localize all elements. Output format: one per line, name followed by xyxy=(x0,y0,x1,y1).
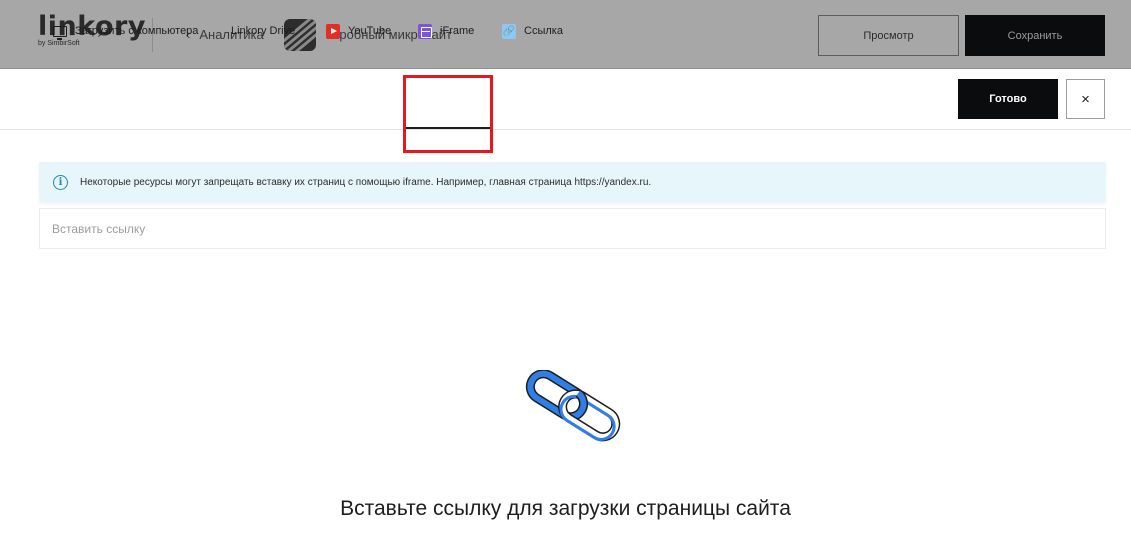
link-icon: 🔗 xyxy=(502,23,516,39)
tab-label: Linkory Drive xyxy=(231,25,296,37)
empty-state-caption: Вставьте ссылку для загрузки страницы са… xyxy=(340,497,791,520)
save-button[interactable]: Сохранить xyxy=(965,15,1105,56)
close-button[interactable]: × xyxy=(1066,79,1105,119)
tab-link[interactable]: 🔗 Ссылка xyxy=(502,22,563,40)
done-button[interactable]: Готово xyxy=(958,79,1058,119)
close-icon: × xyxy=(1081,90,1090,108)
url-input[interactable] xyxy=(39,208,1106,249)
tab-upload-from-computer[interactable]: Загрузить с компьютера xyxy=(53,22,198,40)
info-text: Некоторые ресурсы могут запрещать вставк… xyxy=(80,176,652,188)
tab-iframe[interactable]: iFrame xyxy=(418,22,474,40)
annotation-highlight-box xyxy=(403,75,493,153)
tab-youtube[interactable]: YouTube xyxy=(326,22,391,40)
youtube-icon xyxy=(326,23,340,39)
tab-label: YouTube xyxy=(348,25,392,37)
iframe-icon xyxy=(418,23,432,39)
preview-button[interactable]: Просмотр xyxy=(818,15,959,56)
tab-label: iFrame xyxy=(440,25,475,37)
info-notice: i Некоторые ресурсы могут запрещать вста… xyxy=(39,162,1106,202)
tab-linkory-drive[interactable]: Linkory Drive xyxy=(231,22,295,40)
info-icon: i xyxy=(53,174,68,190)
tab-label: Загрузить с компьютера xyxy=(75,25,199,37)
chain-link-illustration xyxy=(525,370,621,442)
tab-label: Ссылка xyxy=(524,25,563,37)
monitor-icon xyxy=(53,24,67,40)
